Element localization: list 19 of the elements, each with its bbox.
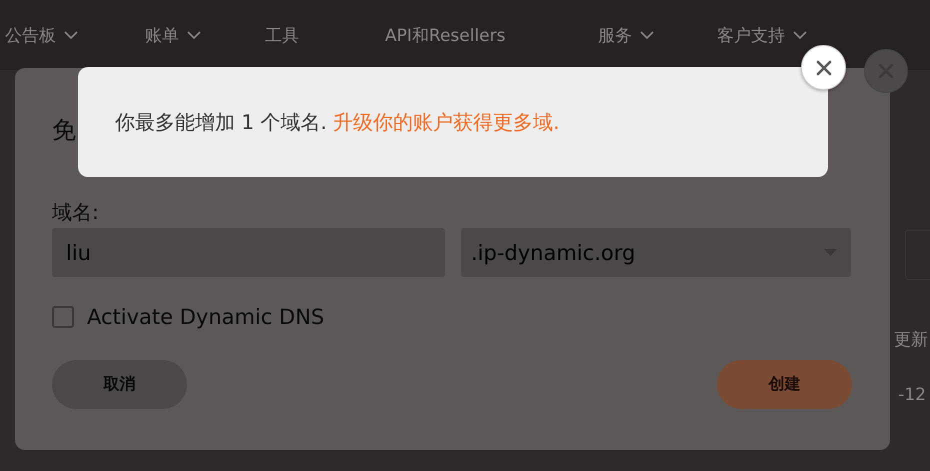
nav-item[interactable]: API和Resellers [385,24,598,46]
nav-item[interactable]: 公告板 [5,24,145,46]
upgrade-link[interactable]: 升级你的账户获得更多域. [333,110,560,134]
nav-item[interactable]: 工具 [265,24,385,46]
dialog-title: 免 [52,115,76,146]
checkbox-label: Activate Dynamic DNS [87,305,324,329]
input-field[interactable]: liu [52,228,445,277]
column-header: 更新 [894,329,928,351]
nav-item[interactable]: 账单 [145,24,265,46]
cancel-button[interactable]: 取消 [52,360,187,409]
nav-item[interactable]: 客户支持 [717,24,857,46]
checkbox[interactable] [52,306,74,328]
alert-message: 你最多能增加 1 个域名. 升级你的账户获得更多域. [115,108,560,136]
table-cell: -12 [898,385,926,405]
field-label: 域名: [52,200,100,224]
create-button[interactable]: 创建 [717,360,852,409]
dropdown-select[interactable]: .ip-dynamic.org [461,228,851,277]
close-icon [816,60,832,76]
nav-item[interactable]: 服务 [598,24,717,46]
